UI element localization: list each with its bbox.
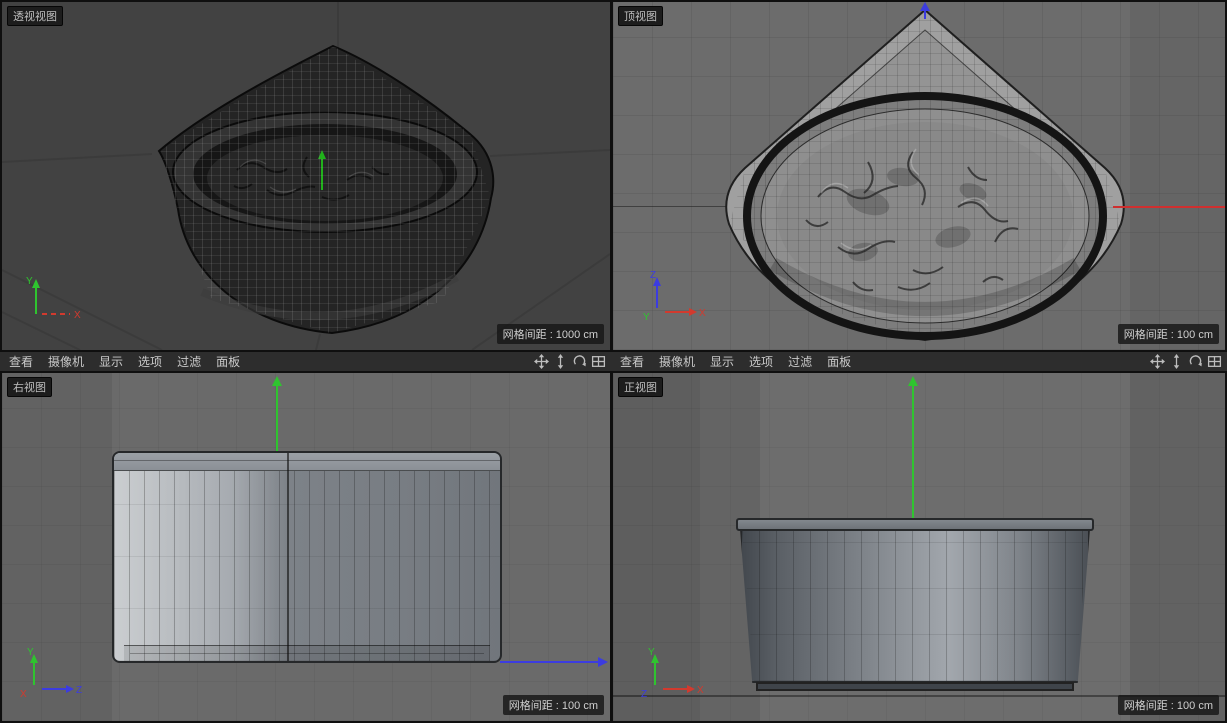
viewport-nav-icons <box>534 354 611 369</box>
viewport-front[interactable]: Y X Z 正视图 网格间距 : 100 cm <box>613 373 1225 721</box>
viewport-top[interactable]: Z X Y 顶视图 网格间距 : 100 cm <box>613 2 1225 350</box>
bathtub-front-view[interactable] <box>736 518 1094 691</box>
near-wall-edge <box>287 453 289 661</box>
z-axis-label: Z <box>650 270 656 281</box>
viewport-menubar-right: 查看 摄像机 显示 选项 过滤 面板 <box>611 351 1227 372</box>
menu-items: 查看 摄像机 显示 选项 过滤 面板 <box>611 353 851 370</box>
menu-item-filter[interactable]: 过滤 <box>788 353 812 370</box>
wireframe-mesh-overlay <box>742 531 1088 681</box>
c4d-four-view-layout: Y X 透视视图 网格间距 : 1000 cm Z X Y 顶视图 网格间距:… <box>0 0 1227 723</box>
pan-icon[interactable] <box>534 354 549 369</box>
toggle-view-icon[interactable] <box>1207 354 1222 369</box>
viewport-nav-icons <box>1150 354 1227 369</box>
axis-gizmo-front-view: Y X Z <box>641 647 704 700</box>
x-axis-arrowhead <box>687 685 695 693</box>
tub-foot-band <box>756 682 1074 691</box>
menu-item-view[interactable]: 查看 <box>9 353 33 370</box>
viewport-right[interactable]: Y Z X 右视图 网格间距 : 100 cm <box>2 373 610 721</box>
viewport-label-front: 正视图 <box>618 377 663 397</box>
menu-item-display[interactable]: 显示 <box>710 353 734 370</box>
x-axis-label: X <box>699 308 706 319</box>
menu-item-options[interactable]: 选项 <box>138 353 162 370</box>
world-x-axis-line-red <box>1113 206 1225 208</box>
world-y-axis-arrowhead <box>908 376 918 386</box>
toggle-view-icon[interactable] <box>591 354 606 369</box>
menu-item-panel[interactable]: 面板 <box>827 353 851 370</box>
x-axis-arrowhead <box>689 308 697 316</box>
axis-gizmo-perspective: Y X <box>26 276 81 321</box>
grid-spacing-badge-right: 网格间距 : 100 cm <box>502 695 604 715</box>
world-y-axis-line <box>276 385 278 451</box>
grid-spacing-badge-front: 网格间距 : 100 cm <box>1117 695 1219 715</box>
viewport-label-perspective: 透视视图 <box>7 6 63 26</box>
menu-item-display[interactable]: 显示 <box>99 353 123 370</box>
pan-icon[interactable] <box>1150 354 1165 369</box>
x-axis-label: X <box>697 685 704 696</box>
menu-item-filter[interactable]: 过滤 <box>177 353 201 370</box>
world-z-axis-arrowhead <box>920 2 930 11</box>
viewport-perspective[interactable]: Y X 透视视图 网格间距 : 1000 cm <box>2 2 610 350</box>
menu-item-camera[interactable]: 摄像机 <box>48 353 84 370</box>
y-axis-label: Y <box>643 312 650 323</box>
z-axis-arrowhead <box>66 685 74 693</box>
world-z-axis-line <box>500 661 600 663</box>
z-axis-label: Z <box>76 685 82 696</box>
dolly-icon[interactable] <box>553 354 568 369</box>
z-axis-label: Z <box>641 689 647 700</box>
x-axis-label: X <box>74 310 81 321</box>
viewport-menubar-left: 查看 摄像机 显示 选项 过滤 面板 <box>0 351 611 372</box>
y-axis-label: Y <box>26 276 33 287</box>
tub-rim-line <box>114 460 500 461</box>
wireframe-mesh-overlay <box>114 453 500 661</box>
menu-items: 查看 摄像机 显示 选项 过滤 面板 <box>0 353 240 370</box>
grid-spacing-badge-perspective: 网格间距 : 1000 cm <box>496 324 604 344</box>
tub-rim-band <box>114 453 500 471</box>
axis-gizmo-right-view: Y Z X <box>20 647 82 700</box>
viewport-label-right: 右视图 <box>7 377 52 397</box>
x-axis-label: X <box>20 689 27 700</box>
menu-item-options[interactable]: 选项 <box>749 353 773 370</box>
rotate-icon[interactable] <box>1188 354 1203 369</box>
bathtub-side-view[interactable] <box>112 451 502 663</box>
y-axis-arrowhead <box>32 279 40 288</box>
world-y-axis-arrowhead <box>272 376 282 386</box>
world-z-axis-stem <box>924 10 926 19</box>
menu-item-panel[interactable]: 面板 <box>216 353 240 370</box>
menu-item-view[interactable]: 查看 <box>620 353 644 370</box>
rotate-icon[interactable] <box>572 354 587 369</box>
tub-foot-line <box>130 653 484 654</box>
world-y-axis-line <box>912 385 914 518</box>
grid-shade-band <box>1130 373 1225 721</box>
tub-rim-band <box>736 518 1094 531</box>
menu-item-camera[interactable]: 摄像机 <box>659 353 695 370</box>
y-axis-label: Y <box>648 647 655 658</box>
world-z-axis-arrowhead <box>598 657 608 667</box>
y-axis-label: Y <box>27 647 34 658</box>
dolly-icon[interactable] <box>1169 354 1184 369</box>
grid-spacing-badge-top: 网格间距 : 100 cm <box>1117 324 1219 344</box>
viewport-label-top: 顶视图 <box>618 6 663 26</box>
axis-gizmo-top: Z X Y <box>643 270 706 323</box>
